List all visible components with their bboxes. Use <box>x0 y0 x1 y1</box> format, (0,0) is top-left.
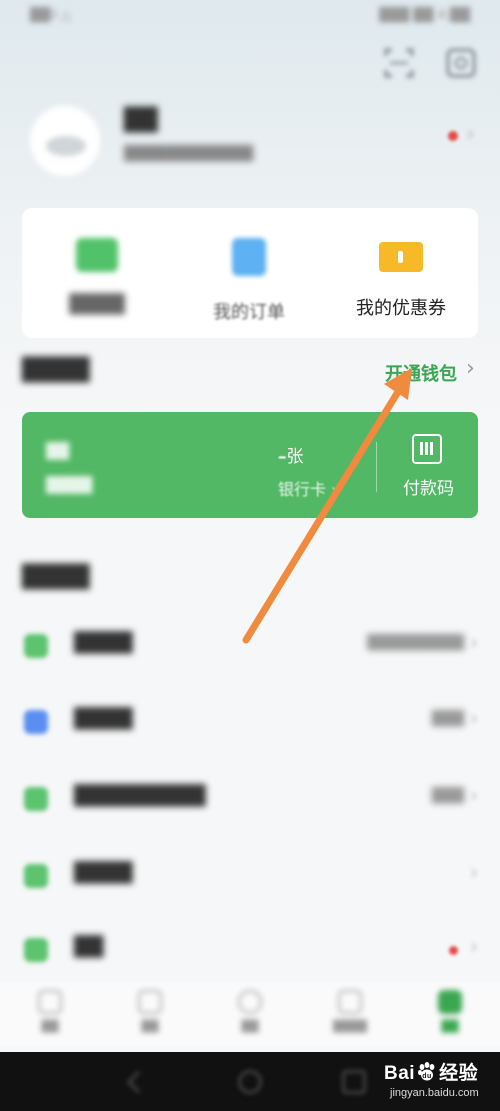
tab-label: ████ <box>333 1020 367 1033</box>
service-row[interactable]: ████ █████████ › <box>0 612 500 682</box>
tab-label: ██ <box>441 1020 459 1033</box>
watermark-brand-right: 经验 <box>439 1063 479 1084</box>
service-invoice-icon <box>24 787 48 811</box>
quick-item-wallet[interactable]: ████ <box>22 238 172 315</box>
bank-card-count-unit: 张 <box>286 447 304 467</box>
service-value: ███ <box>431 711 464 727</box>
service-row[interactable]: ██ › <box>0 916 500 986</box>
pay-code-icon[interactable] <box>412 434 442 464</box>
user-name[interactable]: ██ <box>124 108 158 133</box>
service-row[interactable]: █████████ ███ › <box>0 765 500 835</box>
discover-icon <box>138 990 162 1014</box>
wallet-card-icon <box>76 238 118 272</box>
bank-card-link[interactable]: 银行卡 › <box>278 476 338 500</box>
wallet-section-title: ████ <box>22 358 90 383</box>
app-screen: ██il △ ███ ██ 4:██ ██ ████████████ › ███… <box>0 0 500 1111</box>
tab-services[interactable]: ██ <box>200 990 300 1033</box>
scan-icon[interactable] <box>380 44 418 82</box>
wallet-balance-label: ██ <box>46 442 70 460</box>
service-account-icon <box>24 634 48 658</box>
divider <box>376 442 377 492</box>
home-circle-icon[interactable] <box>238 1070 262 1094</box>
open-wallet-link[interactable]: 开通钱包 <box>385 360 457 386</box>
services-icon <box>238 990 262 1014</box>
service-label: ████ <box>74 708 133 730</box>
notification-dot <box>448 131 458 141</box>
bottom-tab-bar: ██ ██ ██ ████ ██ <box>0 982 500 1046</box>
status-clock: ███ ██ 4:██ <box>379 8 470 23</box>
shop-icon <box>338 990 362 1014</box>
tab-me[interactable]: ██ <box>400 990 500 1033</box>
service-value: █████████ <box>367 635 464 651</box>
services-section-title: ████ <box>22 565 90 590</box>
service-label: ██ <box>74 936 104 958</box>
chevron-right-icon: › <box>470 706 478 730</box>
recent-apps-icon[interactable] <box>342 1070 366 1094</box>
tab-label: ██ <box>141 1020 159 1033</box>
quick-item-label: 我的订单 <box>213 302 285 323</box>
chevron-right-icon: › <box>470 630 478 654</box>
service-label: ████ <box>74 862 133 884</box>
quick-item-my-coupons[interactable]: 我的优惠券 <box>326 238 476 320</box>
service-label: █████████ <box>74 785 206 807</box>
bank-card-count-value: – <box>278 447 287 467</box>
service-help-icon <box>24 864 48 888</box>
chevron-right-icon: › <box>470 934 478 958</box>
user-icon <box>438 990 462 1014</box>
coupon-ticket-icon <box>379 242 423 272</box>
back-icon[interactable] <box>126 1070 150 1094</box>
baidu-paw-icon: du <box>418 1062 435 1081</box>
service-row[interactable]: ████ › <box>0 842 500 912</box>
status-signal: ██il △ <box>30 8 72 23</box>
chevron-right-icon: › <box>470 783 478 807</box>
service-row[interactable]: ████ ███ › <box>0 688 500 758</box>
status-bar: ██il △ ███ ██ 4:██ <box>0 0 500 36</box>
tab-discover[interactable]: ██ <box>100 990 200 1033</box>
order-clipboard-icon <box>232 238 266 276</box>
watermark-url: jingyan.baidu.com <box>390 1087 479 1099</box>
service-settings-icon <box>24 938 48 962</box>
quick-item-label: ████ <box>69 294 125 315</box>
home-icon <box>38 990 62 1014</box>
chevron-right-icon[interactable]: › <box>466 122 475 147</box>
pay-code-label[interactable]: 付款码 <box>403 474 454 499</box>
bank-card-count[interactable]: –张 <box>278 442 304 467</box>
svg-text:du: du <box>422 1073 432 1080</box>
watermark-brand: Bai du 经验 <box>384 1058 479 1085</box>
wallet-card[interactable]: ██ ████ –张 银行卡 › 付款码 <box>22 412 478 518</box>
tab-label: ██ <box>241 1020 259 1033</box>
service-label: ████ <box>74 632 133 654</box>
watermark-brand-left: Bai <box>384 1063 416 1084</box>
tab-home[interactable]: ██ <box>0 990 100 1033</box>
tab-shop[interactable]: ████ <box>300 990 400 1033</box>
settings-icon[interactable] <box>442 44 480 82</box>
user-subtitle: ████████████ <box>124 146 254 162</box>
avatar[interactable] <box>28 104 102 178</box>
chevron-right-icon[interactable]: › <box>466 356 475 381</box>
notification-dot <box>449 946 458 955</box>
quick-item-label: 我的优惠券 <box>356 298 446 319</box>
quick-item-my-orders[interactable]: 我的订单 <box>174 238 324 324</box>
tab-label: ██ <box>41 1020 59 1033</box>
quick-menu-card: ████ 我的订单 我的优惠券 <box>22 208 478 338</box>
wallet-balance-sub: ████ <box>46 476 93 494</box>
baidu-jingyan-watermark: Bai du 经验 jingyan.baidu.com <box>384 1058 479 1099</box>
service-value: ███ <box>431 788 464 804</box>
chevron-right-icon: › <box>470 860 478 884</box>
service-security-icon <box>24 710 48 734</box>
